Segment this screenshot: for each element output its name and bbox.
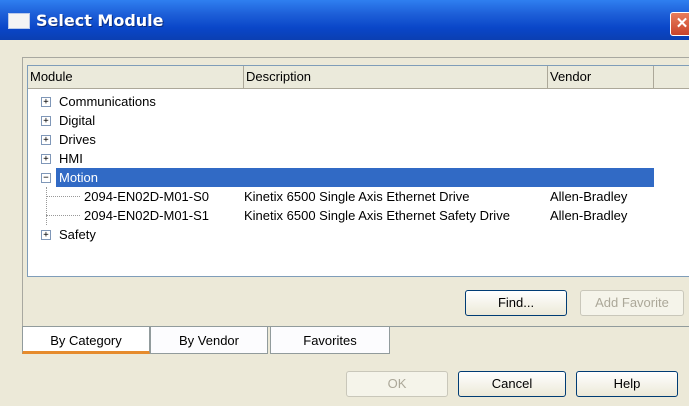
column-header-vendor[interactable]: Vendor xyxy=(548,66,654,88)
add-favorite-button[interactable]: Add Favorite xyxy=(580,290,684,316)
module-row[interactable]: 2094-EN02D-M01-S1 Kinetix 6500 Single Ax… xyxy=(28,206,689,225)
expand-icon[interactable]: + xyxy=(41,97,51,107)
tree-item-motion[interactable]: − Motion xyxy=(28,168,689,225)
tab-by-category[interactable]: By Category xyxy=(22,327,150,354)
module-catalog-number: 2094-EN02D-M01-S1 xyxy=(84,208,210,223)
module-list[interactable]: Module Description Vendor + Communicatio… xyxy=(27,65,689,277)
module-vendor: Allen-Bradley xyxy=(550,189,628,204)
collapse-icon[interactable]: − xyxy=(41,173,51,183)
ok-button[interactable]: OK xyxy=(346,371,448,397)
tree-item-communications[interactable]: + Communications xyxy=(28,92,689,111)
tree-connector xyxy=(46,215,80,216)
module-row[interactable]: 2094-EN02D-M01-S0 Kinetix 6500 Single Ax… xyxy=(28,187,689,206)
tab-by-vendor[interactable]: By Vendor xyxy=(150,327,268,354)
tree-item-label: Drives xyxy=(59,132,96,147)
find-button[interactable]: Find... xyxy=(465,290,567,316)
tree-item-label: HMI xyxy=(59,151,83,166)
tree-connector xyxy=(46,196,80,197)
help-button[interactable]: Help xyxy=(576,371,678,397)
tree-item-label: Safety xyxy=(59,227,96,242)
cancel-button[interactable]: Cancel xyxy=(458,371,566,397)
tree-item-digital[interactable]: + Digital xyxy=(28,111,689,130)
column-header-description[interactable]: Description xyxy=(244,66,548,88)
module-description: Kinetix 6500 Single Axis Ethernet Safety… xyxy=(244,208,510,223)
title-bar[interactable]: Select Module ✕ xyxy=(0,0,689,40)
column-header-module[interactable]: Module xyxy=(28,66,244,88)
tree-item-label: Digital xyxy=(59,113,96,128)
tree-item-drives[interactable]: + Drives xyxy=(28,130,689,149)
expand-icon[interactable]: + xyxy=(41,154,51,164)
expand-icon[interactable]: + xyxy=(41,116,51,126)
window-icon xyxy=(8,13,30,29)
expand-icon[interactable]: + xyxy=(41,230,51,240)
tree-item-hmi[interactable]: + HMI xyxy=(28,149,689,168)
tree-item-label: Motion xyxy=(59,170,99,185)
module-catalog-number: 2094-EN02D-M01-S0 xyxy=(84,189,210,204)
tree-item-safety[interactable]: + Safety xyxy=(28,225,689,244)
expand-icon[interactable]: + xyxy=(41,135,51,145)
list-header: Module Description Vendor xyxy=(28,66,689,89)
module-vendor: Allen-Bradley xyxy=(550,208,628,223)
window-title: Select Module xyxy=(36,11,164,30)
module-description: Kinetix 6500 Single Axis Ethernet Drive xyxy=(244,189,470,204)
selection-highlight xyxy=(56,168,654,187)
tree-item-label: Communications xyxy=(59,94,156,109)
tab-favorites[interactable]: Favorites xyxy=(270,327,390,354)
close-button[interactable]: ✕ xyxy=(670,12,689,36)
